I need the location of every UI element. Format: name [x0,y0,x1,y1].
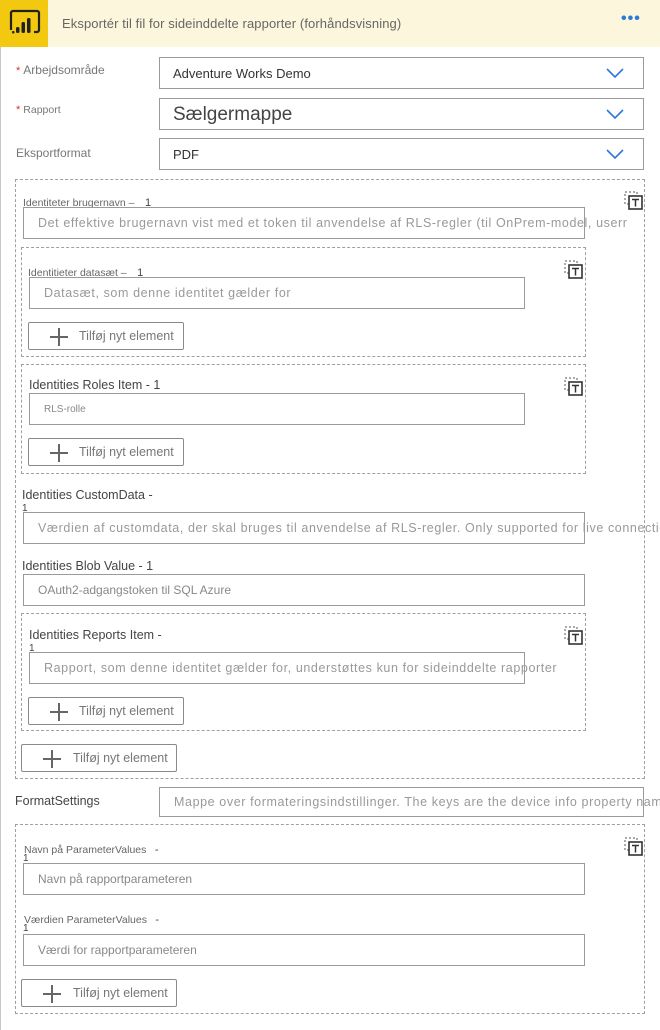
placeholder: Det effektive brugernavn vist med et tok… [38,216,628,230]
window-edge [0,47,1,1030]
button-label: Tilføj nyt element [73,986,168,1000]
add-role-button[interactable]: Tilføj nyt element [28,438,184,466]
parameter-name-input[interactable]: Navn på rapportparameteren [23,863,585,895]
required-mark: * [16,65,21,77]
placeholder: Rapport, som denne identitet gælder for,… [44,661,558,675]
placeholder: RLS-rolle [44,404,86,415]
report-label: * Rapport [16,104,61,116]
power-bi-logo [0,0,48,47]
more-options-icon[interactable]: ••• [621,11,641,27]
report-dropdown[interactable]: Sælgermappe [159,98,644,130]
required-mark: * [16,104,21,116]
plus-icon [50,444,68,462]
button-label: Tilføj nyt element [79,445,174,459]
parameter-value-input[interactable]: Værdi for rapportparameteren [23,934,585,966]
identities-blob-input[interactable]: OAuth2-adgangstoken til SQL Azure [23,574,585,606]
format-settings-input[interactable]: Mappe over formateringsindstillinger. Th… [159,787,660,817]
identities-reports-input[interactable]: Rapport, som denne identitet gælder for,… [29,652,557,684]
identities-username-input[interactable]: Det effektive brugernavn vist med et tok… [23,207,627,239]
placeholder: Datasæt, som denne identitet gælder for [44,286,292,300]
dash: - [154,844,159,856]
placeholder: Værdien af customdata, der skal bruges t… [38,521,660,535]
button-label: Tilføj nyt element [79,704,174,718]
report-value: Sælgermappe [173,104,293,125]
report-label-text: Rapport [23,104,61,116]
placeholder: Mappe over formateringsindstillinger. Th… [174,795,660,809]
label-text: Værdien ParameterValues [24,914,147,926]
dash: - [155,914,160,926]
add-identity-button[interactable]: Tilføj nyt element [21,744,177,772]
action-title: Eksportér til fil for sideinddelte rappo… [62,16,402,31]
identities-blob-label: Identities Blob Value - 1 [22,559,154,573]
placeholder: Værdi for rapportparameteren [38,943,197,957]
chevron-down-icon [606,149,624,159]
plus-icon [50,328,68,346]
plus-icon [50,703,68,721]
format-settings-label: FormatSettings [15,794,100,808]
identities-customdata-input[interactable]: Værdien af customdata, der skal bruges t… [23,512,660,544]
button-label: Tilføj nyt element [79,329,174,343]
workspace-value: Adventure Works Demo [173,66,311,81]
chevron-down-icon [606,68,624,78]
placeholder: OAuth2-adgangstoken til SQL Azure [38,583,232,597]
identities-datasets-input[interactable]: Datasæt, som denne identitet gælder for [29,277,525,309]
clear-field-icon[interactable] [624,837,644,857]
button-label: Tilføj nyt element [73,751,168,765]
placeholder: Navn på rapportparameteren [38,872,193,886]
workspace-label-text: Arbejdsområde [23,63,105,77]
clear-field-icon[interactable] [564,260,584,280]
add-parameter-button[interactable]: Tilføj nyt element [21,979,177,1007]
export-format-label: Eksportformat [16,146,91,160]
plus-icon [43,985,61,1003]
export-format-value: PDF [173,147,199,162]
action-header[interactable]: Eksportér til fil for sideinddelte rappo… [0,0,660,47]
workspace-label: * Arbejdsområde [16,63,105,77]
export-format-dropdown[interactable]: PDF [159,138,644,170]
add-dataset-button[interactable]: Tilføj nyt element [28,322,184,350]
parameter-name-label: Navn på ParameterValues - [24,840,159,858]
power-bi-icon [9,9,41,34]
identities-customdata-label: Identities CustomData - [22,488,153,502]
clear-field-icon[interactable] [564,626,584,646]
chevron-down-icon [606,109,624,119]
identities-roles-label: Identities Roles Item - 1 [29,378,161,392]
plus-icon [43,750,61,768]
workspace-dropdown[interactable]: Adventure Works Demo [159,57,644,89]
label-text: Navn på ParameterValues [24,844,147,856]
identities-reports-label: Identities Reports Item - [29,628,162,642]
index-number: 1 [23,923,29,934]
add-report-button[interactable]: Tilføj nyt element [28,697,184,725]
parameter-value-label: Værdien ParameterValues - [24,910,159,928]
identities-roles-input[interactable]: RLS-rolle [29,393,525,425]
clear-field-icon[interactable] [564,377,584,397]
clear-field-icon[interactable] [624,191,644,211]
